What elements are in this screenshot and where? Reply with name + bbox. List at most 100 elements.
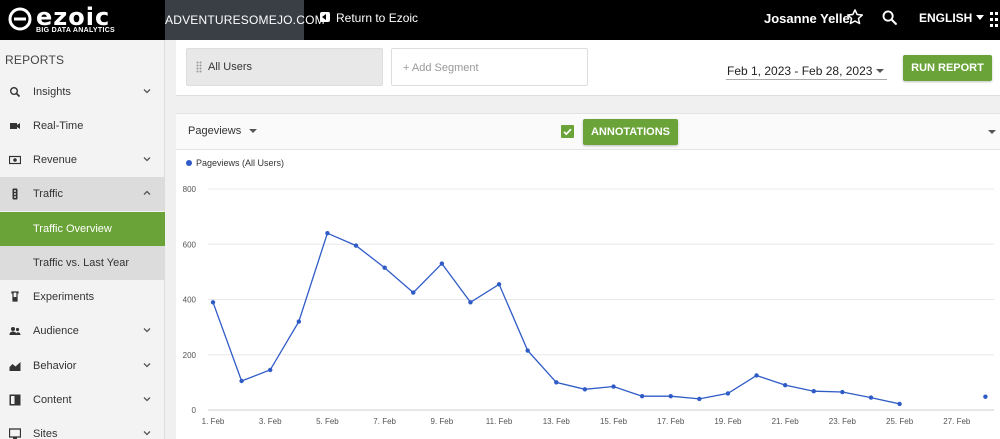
data-point <box>811 389 816 394</box>
x-tick-label: 21. Feb <box>772 417 800 426</box>
video-icon <box>10 123 20 129</box>
sidebar-item-label: Audience <box>33 325 79 337</box>
sidebar-heading: REPORTS <box>5 53 65 67</box>
pageviews-chart-card: Pageviews ANNOTATIONS 0 200 400 600 800 1. F… <box>176 113 1000 439</box>
sidebar-item-label: Revenue <box>33 154 78 166</box>
sidebar-item-insights[interactable]: Insights <box>0 75 165 109</box>
y-tick-label: 400 <box>183 296 197 305</box>
data-point <box>296 319 302 324</box>
sidebar-item-revenue[interactable]: Revenue <box>0 143 165 177</box>
chevron-up-icon <box>143 190 151 195</box>
user-name[interactable]: Josanne Yelle <box>764 11 850 26</box>
legend-marker <box>186 160 192 166</box>
segment-all-users[interactable]: All Users <box>186 48 383 86</box>
chevron-down-icon <box>143 157 151 162</box>
star-icon[interactable] <box>846 8 864 26</box>
data-point <box>325 231 330 236</box>
data-point <box>668 393 673 399</box>
chart-legend: Pageviews (All Users) <box>186 158 284 168</box>
data-point <box>782 382 788 388</box>
add-segment-label: + Add Segment <box>403 62 479 74</box>
series-line-pageviews <box>213 233 985 404</box>
flask-icon <box>11 291 19 302</box>
x-tick-label: 25. Feb <box>886 417 914 426</box>
sidebar-item-label: Traffic <box>33 188 63 200</box>
money-icon <box>9 155 21 165</box>
data-point <box>840 389 845 395</box>
sidebar-item-label: Real-Time <box>33 120 84 132</box>
top-bar: ezoic BIG DATA ANALYTICS ADVENTURESOMEJO… <box>0 0 1000 40</box>
sidebar-item-content[interactable]: Content <box>0 383 165 417</box>
chevron-down-icon <box>143 431 151 436</box>
ezoic-logo[interactable]: ezoic BIG DATA ANALYTICS <box>6 3 156 37</box>
drag-handle-icon[interactable] <box>196 61 202 73</box>
sidebar-item-label: Traffic vs. Last Year <box>33 257 129 269</box>
apps-menu-icon[interactable] <box>990 12 998 28</box>
x-tick-label: 17. Feb <box>657 417 685 426</box>
segment-label: All Users <box>208 61 253 73</box>
legend-label: Pageviews (All Users) <box>196 158 284 168</box>
x-tick-label: 15. Feb <box>600 417 628 426</box>
sidebar-item-experiments[interactable]: Experiments <box>0 280 165 314</box>
sidebar-item-label: Experiments <box>33 291 95 303</box>
y-tick-label: 800 <box>183 185 197 194</box>
language-selector[interactable]: ENGLISH <box>919 11 985 25</box>
data-point <box>496 282 502 287</box>
chart-gridlines <box>208 188 994 411</box>
logo-tagline: BIG DATA ANALYTICS <box>36 27 116 34</box>
add-segment-drop-zone[interactable]: + Add Segment <box>391 48 588 86</box>
ezoic-logo-icon <box>8 7 32 31</box>
x-tick-label: 9. Feb <box>431 417 454 426</box>
search-icon <box>10 87 21 98</box>
y-tick-label: 600 <box>183 240 197 249</box>
data-point <box>897 401 902 407</box>
date-range-value: Feb 1, 2023 - Feb 28, 2023 <box>727 64 873 78</box>
x-axis-ticks: 1. Feb 3. Feb 5. Feb 7. Feb 9. Feb 11. Feb 13.… <box>202 417 971 426</box>
data-point <box>411 290 416 295</box>
chevron-down-icon <box>876 69 884 73</box>
sidebar-item-real-time[interactable]: Real-Time <box>0 109 165 143</box>
data-point <box>239 378 244 384</box>
date-range-picker[interactable]: Feb 1, 2023 - Feb 28, 2023 <box>726 60 887 80</box>
run-report-button[interactable]: RUN REPORT <box>903 55 992 81</box>
series-points <box>210 231 988 407</box>
chevron-down-icon <box>143 363 151 368</box>
content-icon <box>9 394 21 406</box>
sidebar-item-label: Behavior <box>33 360 77 372</box>
sidebar-item-sites[interactable]: Sites <box>0 417 165 439</box>
data-point <box>611 384 616 389</box>
x-tick-label: 7. Feb <box>373 417 396 426</box>
x-tick-label: 23. Feb <box>829 417 857 426</box>
data-point <box>554 380 559 385</box>
data-point <box>439 261 445 266</box>
sidebar-item-traffic[interactable]: Traffic <box>0 177 165 211</box>
return-label: Return to Ezoic <box>336 11 419 25</box>
sidebar-item-label: Traffic Overview <box>33 223 112 235</box>
chevron-down-icon <box>143 397 151 402</box>
search-icon[interactable] <box>881 9 898 26</box>
data-point <box>525 348 530 353</box>
site-selector[interactable]: ADVENTURESOMEJO.COM <box>165 0 325 40</box>
sites-icon <box>9 428 21 439</box>
data-point <box>868 395 874 400</box>
data-point <box>210 300 216 305</box>
sidebar-item-label: Content <box>33 394 72 406</box>
reports-sidebar: REPORTS Insights Real-Time Revenue Traff… <box>0 40 165 439</box>
pageviews-line-chart: 0 200 400 600 800 1. Feb 3. Feb 5. Feb 7. Feb 9.… <box>183 158 994 426</box>
chevron-down-icon <box>976 15 985 20</box>
data-point <box>582 387 588 392</box>
data-point <box>639 393 645 399</box>
sidebar-item-traffic-overview[interactable]: Traffic Overview <box>0 212 165 246</box>
x-tick-label: 11. Feb <box>486 417 513 426</box>
sidebar-item-audience[interactable]: Audience <box>0 314 165 348</box>
sidebar-item-traffic-vs-last-year[interactable]: Traffic vs. Last Year <box>0 246 165 280</box>
area-chart-icon <box>9 362 21 371</box>
return-to-ezoic-link[interactable]: Return to Ezoic <box>320 0 418 40</box>
x-tick-label: 1. Feb <box>202 417 225 426</box>
chevron-down-icon <box>143 328 151 333</box>
x-tick-label: 27. Feb <box>943 417 971 426</box>
chevron-down-icon <box>143 89 151 94</box>
sidebar-item-behavior[interactable]: Behavior <box>0 349 165 383</box>
data-point <box>268 367 273 373</box>
x-tick-label: 13. Feb <box>543 417 571 426</box>
